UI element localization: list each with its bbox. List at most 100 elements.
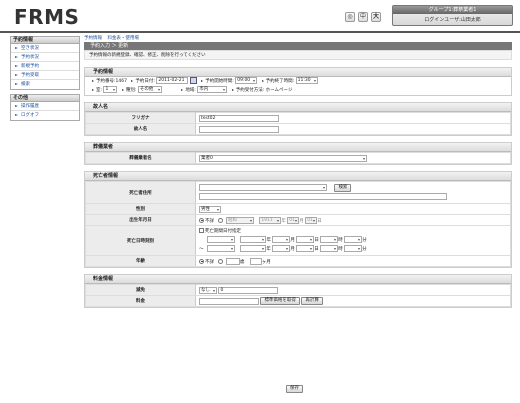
section-header: 故人名	[85, 103, 511, 112]
standard-price-button[interactable]: 標準価格を取得	[260, 297, 300, 305]
day-unit: 日	[314, 246, 319, 252]
age-label: 年齢	[85, 255, 196, 267]
calendar-icon[interactable]	[189, 77, 197, 84]
month-unit: 月	[299, 218, 304, 224]
death-minute-select-to[interactable]	[344, 244, 363, 252]
age-month-unit: ヶ月	[261, 259, 271, 265]
user-box: グループ1:葬祭業者1 ログインユーザ:山田太郎	[392, 5, 513, 26]
deceased-section: 死亡者情報 死亡者住所 検索 性別 男性 出生年月日 不詳 昭和 1911年	[84, 171, 512, 268]
area-select[interactable]: 市内	[197, 86, 228, 93]
sidebar-item-search[interactable]: 検索	[11, 80, 79, 89]
age-value-radio[interactable]	[218, 258, 224, 264]
reservation-date-input[interactable]: 2011-02-21	[156, 77, 189, 84]
address-input[interactable]	[199, 192, 447, 200]
recalc-button[interactable]: 再計算	[301, 297, 323, 305]
death-year-select-to[interactable]	[240, 244, 267, 252]
month-unit: 月	[290, 246, 295, 252]
death-era-select[interactable]	[207, 235, 235, 243]
petitioner-section: 故人名 フリガナ test02 故人名	[84, 102, 512, 136]
birth-date-radio[interactable]	[218, 217, 224, 223]
death-minute-select[interactable]	[344, 235, 363, 243]
hour-unit: 時	[338, 246, 343, 252]
address-select[interactable]	[199, 184, 327, 191]
main-content: 予約情報 料金表・使用場 予約入力 ＞ 更新 予約情報の新規登録、確認、修正、削…	[84, 35, 512, 314]
birth-year-select[interactable]: 1911	[259, 216, 282, 224]
funeral-section: 葬儀業者 葬儀業者名 業者0	[84, 142, 512, 165]
sidebar-item-availability[interactable]: 空き状況	[11, 44, 79, 53]
sex-select[interactable]: 男性	[199, 205, 221, 213]
range-tilde: 〜	[199, 246, 204, 252]
breadcrumb-item[interactable]: 料金表・使用場	[107, 36, 139, 41]
birth-day-select[interactable]: 01	[305, 216, 318, 224]
name-input[interactable]	[199, 125, 279, 133]
age-month-input[interactable]	[249, 257, 262, 265]
sidebar-section-title: その他	[11, 95, 79, 102]
sidebar-section-other: その他 操作履歴 ログオフ	[10, 94, 80, 121]
fee-label: 料金	[85, 295, 196, 307]
death-era-select-to[interactable]	[206, 244, 235, 252]
header-divider	[0, 31, 520, 33]
section-header: 死亡者情報	[85, 172, 511, 181]
save-area: 保存	[286, 385, 303, 393]
furigana-input[interactable]: test02	[199, 114, 279, 122]
name-label: 故人名	[85, 123, 196, 135]
birth-unknown-radio[interactable]	[199, 217, 204, 223]
death-month-select-to[interactable]	[272, 244, 291, 252]
sidebar-item-history[interactable]: 操作履歴	[11, 102, 79, 111]
death-month-select[interactable]	[272, 235, 291, 243]
hour-unit: 時	[338, 237, 343, 243]
user-name: ログインユーザ:山田太郎	[424, 17, 481, 23]
death-hour-select[interactable]	[320, 235, 339, 243]
font-small-button[interactable]: 中	[358, 12, 368, 22]
back-button[interactable]: ◎	[345, 12, 355, 22]
room-select[interactable]: 1	[103, 86, 118, 93]
start-time-label: 予約開始時間:	[201, 77, 234, 86]
death-label: 死亡日時刻別	[85, 225, 196, 256]
funeral-name-label: 葬儀業者名	[85, 152, 196, 164]
sidebar-item-status[interactable]: 予約状況	[11, 53, 79, 62]
death-range-checkbox[interactable]	[199, 227, 204, 233]
era-select[interactable]: 昭和	[225, 216, 254, 224]
month-unit: 月	[290, 237, 295, 243]
discount-amount-input[interactable]: 0	[218, 286, 279, 294]
app-header: FRMS ◎ 中 大 グループ1:葬祭業者1 ログインユーザ:山田太郎	[0, 0, 520, 33]
discount-select[interactable]: なし	[199, 286, 217, 294]
age-unknown-radio[interactable]	[199, 258, 204, 264]
death-day-select[interactable]	[296, 235, 315, 243]
start-time-select[interactable]: 09:00	[235, 77, 258, 84]
instruction-text: 予約情報の新規登録、確認、修正、削除を行ってください	[84, 50, 512, 60]
breadcrumb-item[interactable]: 予約情報	[84, 36, 102, 41]
funeral-select[interactable]: 業者0	[199, 154, 367, 162]
address-search-button[interactable]: 検索	[334, 183, 352, 192]
furigana-label: フリガナ	[85, 112, 196, 124]
save-button[interactable]: 保存	[286, 385, 303, 393]
day-unit: 日	[317, 218, 322, 224]
birth-label: 出生年月日	[85, 214, 196, 226]
reservation-section: 予約情報 予約番号:1467 予約日付: 2011-02-21 予約開始時間: …	[84, 67, 512, 96]
age-year-unit: 歳	[239, 259, 245, 265]
method-value: ホームページ	[265, 88, 293, 93]
area-label: 地域:	[181, 86, 196, 95]
birth-month-select[interactable]: 01	[287, 216, 300, 224]
end-time-select[interactable]: 11:30	[295, 77, 318, 84]
death-day-select-to[interactable]	[296, 244, 315, 252]
death-year-select[interactable]	[240, 235, 267, 243]
page-title: 予約入力 ＞ 更新	[84, 42, 512, 50]
section-header: 料金情報	[85, 275, 511, 284]
type-label: 種別:	[121, 86, 136, 95]
minute-unit: 分	[362, 246, 367, 252]
type-select[interactable]: その他	[137, 86, 162, 93]
sidebar-item-receive[interactable]: 予約受取	[11, 71, 79, 80]
reservation-date-label: 予約日付:	[131, 77, 155, 86]
sidebar-item-logoff[interactable]: ログオフ	[11, 111, 79, 120]
room-label: 室:	[92, 86, 102, 95]
fee-input[interactable]	[199, 297, 259, 305]
year-unit: 年	[266, 237, 271, 243]
age-year-input[interactable]	[225, 257, 240, 265]
reservation-row-1: 予約番号:1467 予約日付: 2011-02-21 予約開始時間: 09:00…	[85, 77, 511, 86]
sidebar-item-new[interactable]: 新規予約	[11, 62, 79, 71]
reservation-row-2: 室: 1 種別: その他 地域: 市内 予約受付方法: ホームページ	[85, 86, 511, 95]
year-unit: 年	[266, 246, 271, 252]
death-hour-select-to[interactable]	[320, 244, 339, 252]
font-large-button[interactable]: 大	[371, 12, 381, 22]
